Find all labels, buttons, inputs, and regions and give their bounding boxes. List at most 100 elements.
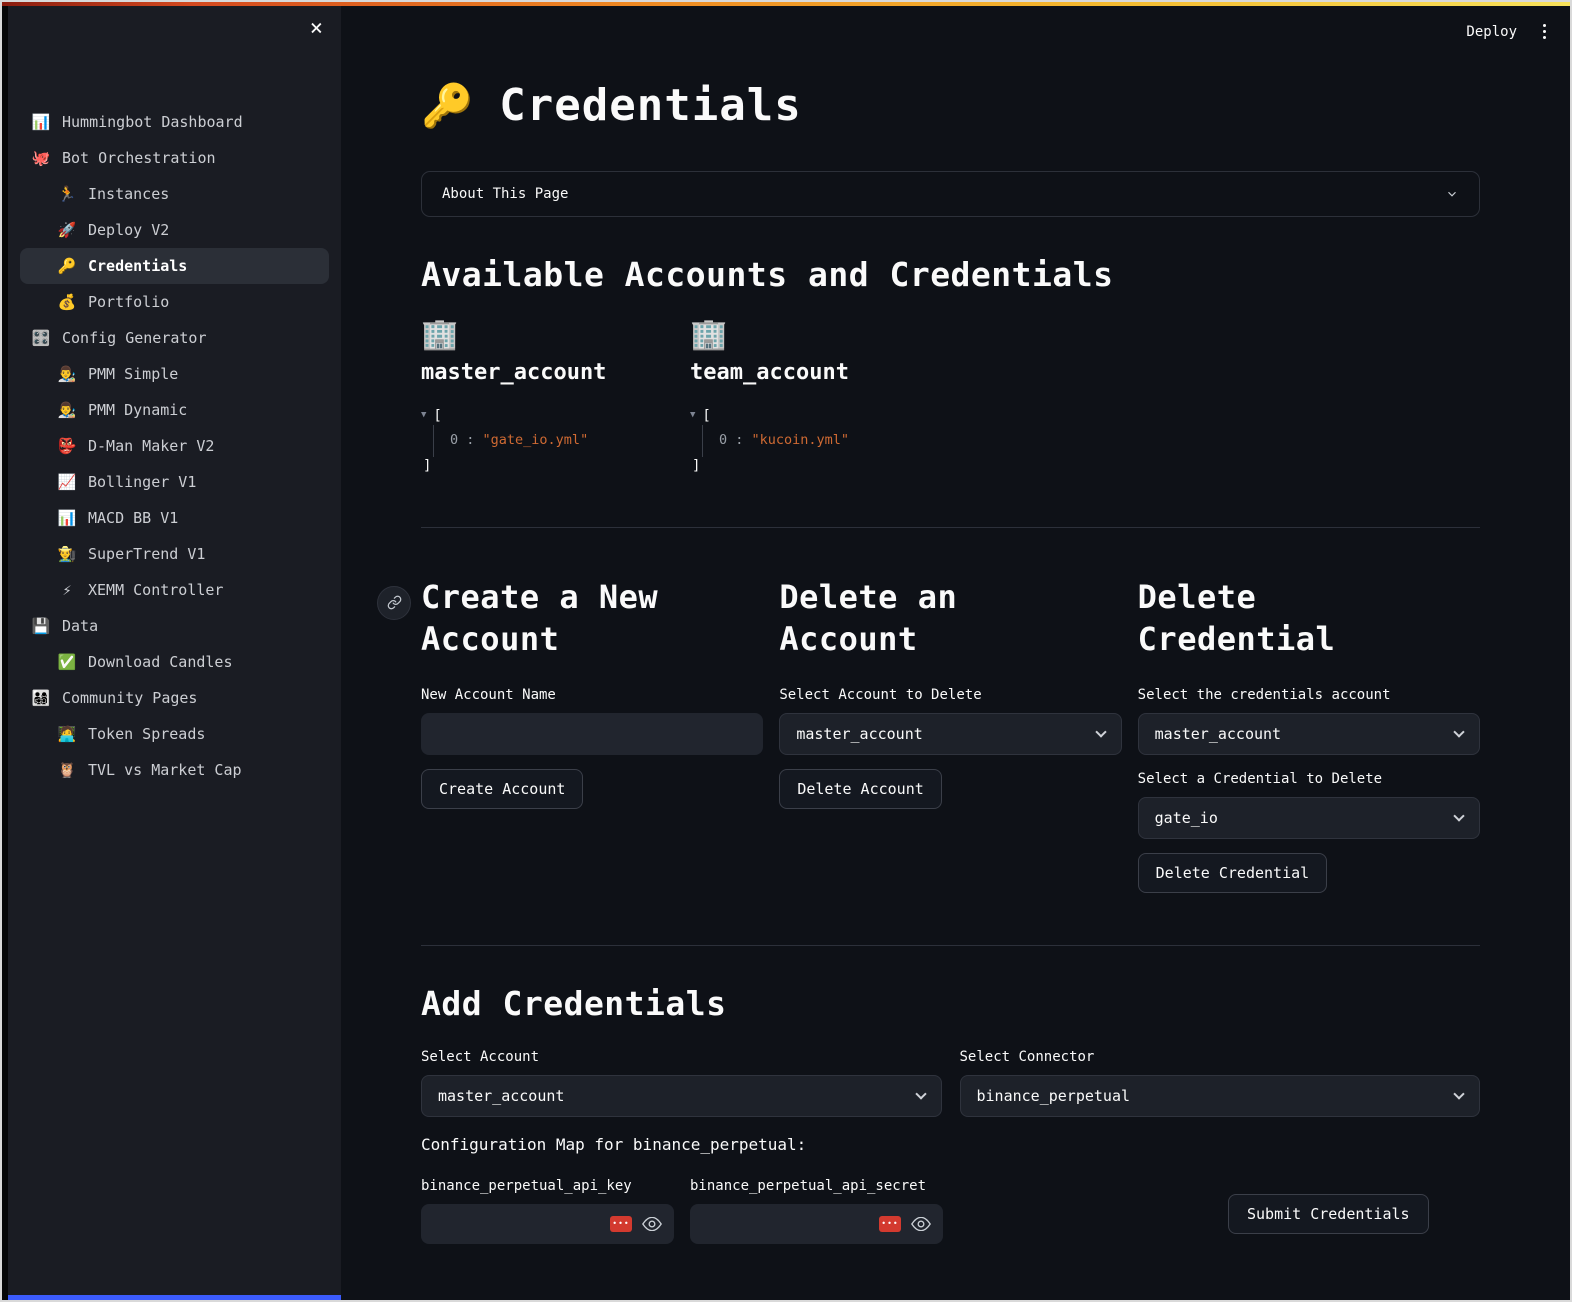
sidebar-item-supertrend-v1[interactable]: 👨‍🌾 SuperTrend V1 — [20, 536, 329, 572]
api-key-input[interactable] — [433, 1216, 600, 1232]
sidebar-item-download-candles[interactable]: ✅ Download Candles — [20, 644, 329, 680]
sidebar-item-label: Data — [62, 617, 98, 635]
sidebar-item-macd-bb-v1[interactable]: 📊 MACD BB V1 — [20, 500, 329, 536]
account-name: master_account — [421, 360, 674, 385]
add-credentials-account-select[interactable]: master_account — [421, 1075, 942, 1117]
submit-credentials-button[interactable]: Submit Credentials — [1228, 1194, 1429, 1234]
show-password-eye-icon[interactable] — [642, 1217, 662, 1231]
sidebar-item-label: Config Generator — [62, 329, 207, 347]
sidebar-item-portfolio[interactable]: 💰 Portfolio — [20, 284, 329, 320]
anchor-link-button[interactable] — [377, 586, 411, 620]
selected-value: master_account — [438, 1087, 564, 1105]
delete-account-select-label: Select Account to Delete — [779, 687, 1121, 703]
page-title: Credentials — [499, 80, 801, 131]
json-value: "kucoin.yml" — [752, 432, 850, 448]
technologist-icon: 🧑‍💻 — [56, 725, 78, 743]
sidebar-close-icon[interactable]: × — [310, 18, 323, 40]
credential-select-label: Select a Credential to Delete — [1138, 771, 1480, 787]
show-password-eye-icon[interactable] — [911, 1217, 931, 1231]
topbar: Deploy — [1466, 20, 1550, 43]
artist-icon: 👨‍🎨 — [56, 365, 78, 383]
delete-account-select[interactable]: master_account — [779, 713, 1121, 755]
selected-value: master_account — [796, 725, 922, 743]
json-collapse-icon[interactable]: ▼ — [421, 410, 426, 422]
json-entry: 0 : "gate_io.yml" — [433, 425, 674, 457]
sidebar-item-label: Deploy V2 — [88, 221, 169, 239]
json-open-bracket: [ — [702, 407, 710, 425]
runner-icon: 🏃 — [56, 185, 78, 203]
decoration-gradient-bar — [2, 2, 1570, 6]
select-connector-label: Select Connector — [960, 1049, 1481, 1065]
accounts-row: 🏢 master_account ▼ [ 0 : "gate_io.yml" ]… — [421, 320, 1480, 475]
create-account-column: Create a New Account New Account Name Cr… — [421, 576, 763, 893]
sidebar-item-label: PMM Simple — [88, 365, 178, 383]
bar-chart-icon: 📊 — [56, 509, 78, 527]
sidebar-item-label: TVL vs Market Cap — [88, 761, 242, 779]
sidebar-item-bollinger-v1[interactable]: 📈 Bollinger V1 — [20, 464, 329, 500]
artist-icon: 👨‍🎨 — [56, 401, 78, 419]
sidebar-item-label: Bot Orchestration — [62, 149, 216, 167]
sidebar-item-label: D-Man Maker V2 — [88, 437, 214, 455]
sidebar-item-config-generator[interactable]: 🎛️ Config Generator — [20, 320, 329, 356]
sidebar-item-label: Instances — [88, 185, 169, 203]
kebab-menu-icon[interactable] — [1539, 20, 1550, 43]
configuration-map-text: Configuration Map for binance_perpetual: — [421, 1135, 1480, 1154]
farmer-icon: 👨‍🌾 — [56, 545, 78, 563]
sidebar-item-label: SuperTrend V1 — [88, 545, 205, 563]
bar-chart-icon: 📊 — [30, 113, 52, 131]
sidebar-item-instances[interactable]: 🏃 Instances — [20, 176, 329, 212]
sidebar-item-credentials[interactable]: 🔑 Credentials — [20, 248, 329, 284]
json-viewer: ▼ [ 0 : "gate_io.yml" ] — [421, 407, 674, 475]
add-credentials-title: Add Credentials — [421, 984, 1480, 1023]
delete-credential-title: Delete Credential — [1138, 576, 1448, 661]
sidebar-item-bot-orchestration[interactable]: 🐙 Bot Orchestration — [20, 140, 329, 176]
account-card-team: 🏢 team_account ▼ [ 0 : "kucoin.yml" ] — [690, 320, 943, 475]
chevron-down-icon — [915, 1088, 926, 1099]
accounts-section-title: Available Accounts and Credentials — [421, 255, 1480, 294]
api-secret-input[interactable] — [702, 1216, 869, 1232]
connector-select[interactable]: binance_perpetual — [960, 1075, 1481, 1117]
page-header: 🔑 Credentials — [421, 80, 1480, 131]
sidebar-item-token-spreads[interactable]: 🧑‍💻 Token Spreads — [20, 716, 329, 752]
sidebar-item-xemm-controller[interactable]: ⚡ XEMM Controller — [20, 572, 329, 608]
sidebar-item-community-pages[interactable]: 👨‍👩‍👧‍👦 Community Pages — [20, 680, 329, 716]
new-account-name-input[interactable] — [421, 713, 763, 755]
delete-credential-button[interactable]: Delete Credential — [1138, 853, 1328, 893]
sidebar-item-pmm-simple[interactable]: 👨‍🎨 PMM Simple — [20, 356, 329, 392]
key-icon: 🔑 — [56, 257, 78, 275]
credential-fields-row: binance_perpetual_api_key ••• binance_pe… — [421, 1178, 1480, 1244]
sidebar-item-deploy-v2[interactable]: 🚀 Deploy V2 — [20, 212, 329, 248]
office-building-icon: 🏢 — [690, 320, 943, 350]
account-name: team_account — [690, 360, 943, 385]
control-knobs-icon: 🎛️ — [30, 329, 52, 347]
json-collapse-icon[interactable]: ▼ — [690, 410, 695, 422]
json-key: 0 : — [450, 432, 474, 448]
chevron-down-icon — [1095, 726, 1106, 737]
office-building-icon: 🏢 — [421, 320, 674, 350]
sidebar-item-pmm-dynamic[interactable]: 👨‍🎨 PMM Dynamic — [20, 392, 329, 428]
password-manager-icon[interactable]: ••• — [610, 1216, 632, 1232]
sidebar-item-label: Download Candles — [88, 653, 233, 671]
delete-account-title: Delete an Account — [779, 576, 1089, 661]
json-entry: 0 : "kucoin.yml" — [702, 425, 943, 457]
sidebar-item-tvl-vs-market-cap[interactable]: 🦉 TVL vs Market Cap — [20, 752, 329, 788]
sidebar-item-hummingbot-dashboard[interactable]: 📊 Hummingbot Dashboard — [20, 104, 329, 140]
selected-value: gate_io — [1155, 809, 1218, 827]
create-account-button[interactable]: Create Account — [421, 769, 583, 809]
money-bag-icon: 💰 — [56, 293, 78, 311]
sidebar-item-label: PMM Dynamic — [88, 401, 187, 419]
create-account-title: Create a New Account — [421, 576, 731, 661]
selected-value: binance_perpetual — [977, 1087, 1131, 1105]
credential-select[interactable]: gate_io — [1138, 797, 1480, 839]
delete-account-button[interactable]: Delete Account — [779, 769, 941, 809]
credentials-account-select[interactable]: master_account — [1138, 713, 1480, 755]
sidebar-item-dman-maker-v2[interactable]: 👺 D-Man Maker V2 — [20, 428, 329, 464]
owl-icon: 🦉 — [56, 761, 78, 779]
deploy-menu-button[interactable]: Deploy — [1466, 24, 1517, 40]
octopus-icon: 🐙 — [30, 149, 52, 167]
sidebar-scrollbar[interactable] — [8, 1295, 341, 1300]
password-manager-icon[interactable]: ••• — [879, 1216, 901, 1232]
sidebar-item-data[interactable]: 💾 Data — [20, 608, 329, 644]
chevron-down-icon — [1453, 726, 1464, 737]
about-this-page-expander[interactable]: About This Page — [421, 171, 1480, 217]
